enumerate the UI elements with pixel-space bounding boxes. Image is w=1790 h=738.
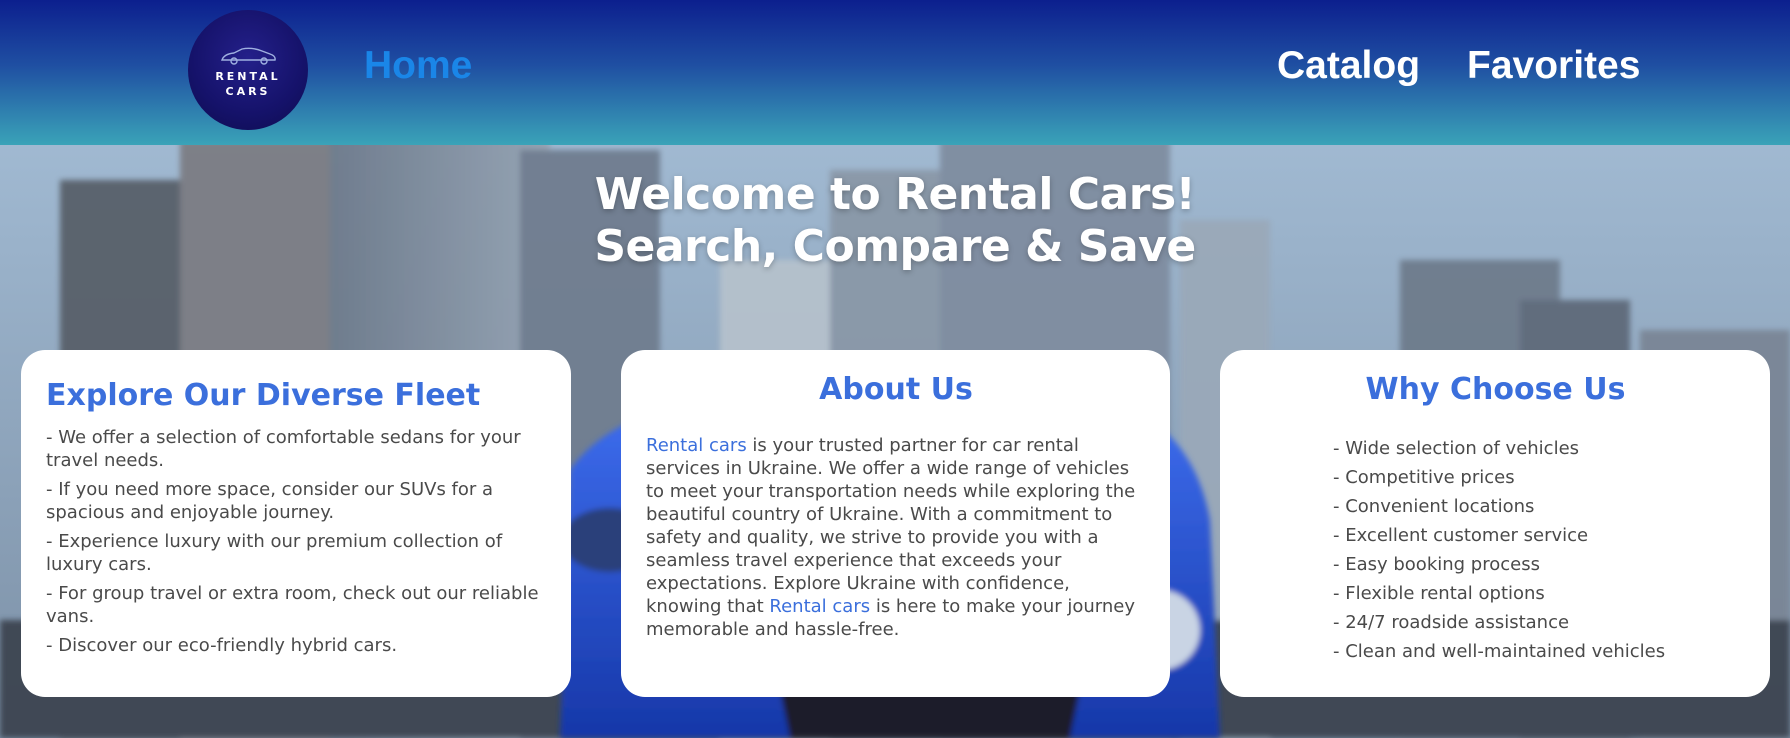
list-item: - For group travel or extra room, check … bbox=[46, 583, 539, 627]
list-item: - Wide selection of vehicles bbox=[1333, 438, 1580, 459]
list-item: - Easy booking process bbox=[1333, 554, 1540, 575]
list-item: - 24/7 roadside assistance bbox=[1333, 612, 1570, 633]
car-icon bbox=[221, 47, 276, 65]
list-item: - Competitive prices bbox=[1333, 467, 1515, 488]
about-text-part-1: is your trusted partner for car rental s… bbox=[646, 435, 1136, 617]
why-list: - Wide selection of vehicles - Competiti… bbox=[1333, 434, 1746, 666]
why-card: Why Choose Us - Wide selection of vehicl… bbox=[1220, 350, 1770, 697]
fleet-list: - We offer a selection of comfortable se… bbox=[46, 426, 547, 657]
list-item: - If you need more space, consider our S… bbox=[46, 479, 494, 523]
site-header: RENTAL CARS Home Catalog Favorites bbox=[0, 0, 1790, 145]
hero-title: Welcome to Rental Cars! bbox=[594, 169, 1196, 220]
about-card-title: About Us bbox=[819, 372, 973, 407]
list-item: - Convenient locations bbox=[1333, 496, 1535, 517]
list-item: - We offer a selection of comfortable se… bbox=[46, 427, 521, 471]
about-card: About Us Rental cars is your trusted par… bbox=[621, 350, 1170, 697]
nav-link-favorites[interactable]: Favorites bbox=[1467, 44, 1640, 88]
logo-line-1: RENTAL bbox=[215, 69, 281, 83]
why-card-title: Why Choose Us bbox=[1365, 372, 1626, 407]
logo-text: RENTAL CARS bbox=[215, 69, 280, 99]
list-item: - Discover our eco-friendly hybrid cars. bbox=[46, 635, 398, 656]
logo[interactable]: RENTAL CARS bbox=[188, 10, 308, 130]
rental-cars-link[interactable]: Rental cars bbox=[646, 435, 747, 456]
rental-cars-link[interactable]: Rental cars bbox=[769, 596, 870, 617]
list-item: - Excellent customer service bbox=[1333, 525, 1589, 546]
about-text: Rental cars is your trusted partner for … bbox=[646, 434, 1146, 641]
fleet-card: Explore Our Diverse Fleet - We offer a s… bbox=[21, 350, 571, 697]
list-item: - Experience luxury with our premium col… bbox=[46, 531, 503, 575]
fleet-card-title: Explore Our Diverse Fleet bbox=[46, 378, 481, 413]
hero-subtitle: Search, Compare & Save bbox=[594, 221, 1196, 272]
list-item: - Flexible rental options bbox=[1333, 583, 1545, 604]
logo-line-2: CARS bbox=[225, 84, 271, 98]
nav-link-home[interactable]: Home bbox=[364, 44, 472, 88]
nav-link-catalog[interactable]: Catalog bbox=[1277, 44, 1420, 88]
list-item: - Clean and well-maintained vehicles bbox=[1333, 641, 1666, 662]
